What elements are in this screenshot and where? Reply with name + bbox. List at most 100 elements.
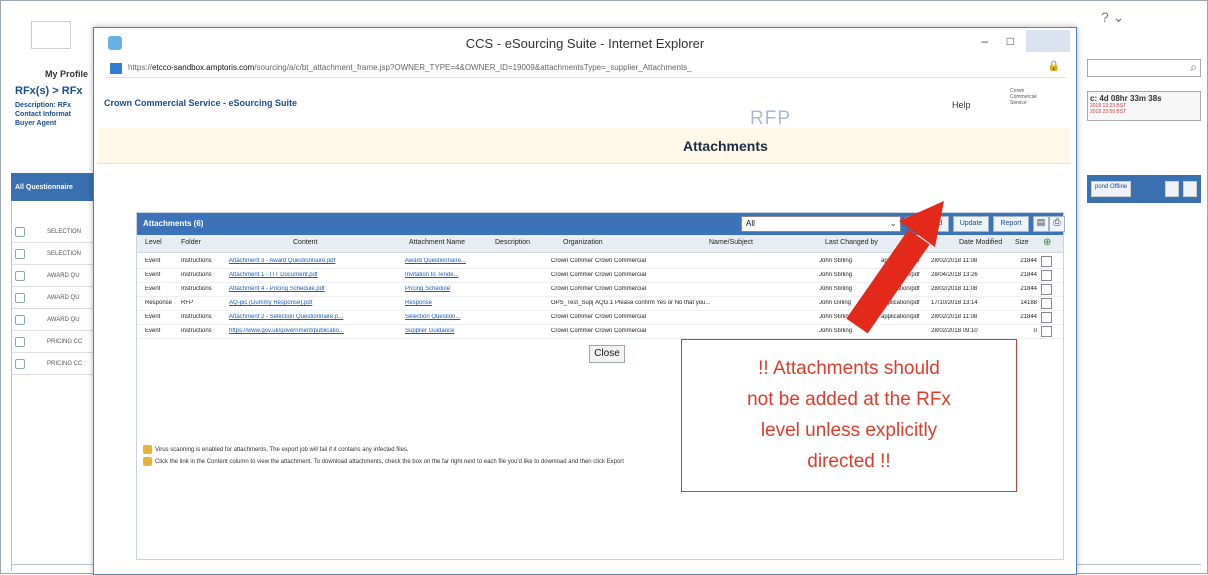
help-link[interactable]: Help [952, 100, 971, 110]
help-icon[interactable]: ? ⌄ [1101, 9, 1124, 26]
cell-content[interactable]: Attachment 1 - ITT Document.pdf [229, 272, 399, 278]
search-icon[interactable]: 🔍 [903, 216, 918, 230]
cell-type: application/pdf [881, 314, 920, 320]
panel-header: Attachments (6) All ⌄ 🔍 Add Update Report… [137, 213, 1065, 235]
cell-name[interactable]: Award Questionnaire... [405, 258, 491, 264]
lock-icon[interactable]: 🔒 [1048, 61, 1060, 72]
table-row[interactable]: Event Instructions Attachment 2 - Selectio… [137, 311, 1063, 325]
address-bar[interactable]: https://etcco-sandbox.amptoris.com/sourc… [106, 60, 1066, 78]
rfx-breadcrumb[interactable]: RFx(s) > RFx [15, 85, 83, 97]
cell-level: Event [145, 314, 161, 320]
cell-org: Crown Commercial [551, 258, 593, 264]
table-icon[interactable]: ▤ [1033, 216, 1049, 232]
cell-name[interactable]: Invitation to Tende... [405, 272, 491, 278]
row-checkbox[interactable] [15, 359, 25, 369]
column-header[interactable]: Size [1015, 239, 1029, 246]
page-title: Attachments [683, 138, 768, 154]
column-header[interactable]: Attachment Name [409, 239, 465, 246]
add-button[interactable]: Add [923, 216, 949, 232]
cell-subject: AQG.1 Please confirm Yes or No that you.… [595, 300, 711, 306]
chevron-down-icon[interactable]: ⌄ [889, 218, 897, 229]
cell-changed-by: John Stirling [819, 314, 853, 320]
cell-content[interactable]: AQ-pic (Dummy Response).pdf [229, 300, 399, 306]
cell-changed-by: John Girling [819, 300, 852, 306]
row-select-checkbox[interactable] [1041, 284, 1052, 295]
row-select-checkbox[interactable] [1041, 270, 1052, 281]
row-checkbox[interactable] [15, 249, 25, 259]
table-row[interactable]: Event Instructions Attachment 4 - Pricing … [137, 283, 1063, 297]
info-icon [143, 445, 152, 454]
cell-content[interactable]: Attachment 4 - Pricing Schedule.pdf [229, 286, 399, 292]
row-checkbox[interactable] [15, 227, 25, 237]
cell-date: 28/04/2018 13:26 [931, 272, 978, 278]
row-checkbox[interactable] [15, 337, 25, 347]
browser-frame: My Profile RFx(s) > RFx Description: RFx… [0, 0, 1208, 575]
divider [11, 201, 12, 571]
row-select-checkbox[interactable] [1041, 256, 1052, 267]
rfp-watermark: RFP [750, 108, 791, 129]
cell-content[interactable]: https://www.gov.uk/government/publicatio… [229, 328, 399, 334]
row-checkbox[interactable] [15, 293, 25, 303]
callout-line: !! Attachments should [758, 358, 940, 379]
cell-changed-by: John Stirling [819, 328, 853, 334]
cell-date: 28/02/2018 11:08 [931, 258, 978, 264]
cell-date: 28/02/2018 11:08 [931, 314, 978, 320]
cell-subject: Crown Commercial [595, 314, 647, 320]
cell-org: GPS_Test_Supplier_43 [551, 300, 593, 306]
print-icon[interactable] [1183, 181, 1197, 197]
cell-level: Event [145, 328, 161, 334]
cell-name[interactable]: Supplier Guidance [405, 328, 491, 334]
cell-size: 21844 [1020, 286, 1037, 292]
page-header: Crown Commercial Service - eSourcing Sui… [98, 86, 1070, 126]
cell-date: 28/02/2018 09:10 [931, 328, 978, 334]
cell-name[interactable]: Response [405, 300, 491, 306]
description-line: Buyer Agent [15, 120, 57, 127]
column-header[interactable]: Level [145, 239, 162, 246]
table-row[interactable]: Response RFP AQ-pic (Dummy Response).pdf Re… [137, 297, 1063, 311]
row-select-checkbox[interactable] [1041, 298, 1052, 309]
report-button[interactable]: Report [993, 216, 1029, 232]
cell-content[interactable]: Attachment 3 - Award Questionnaire.pdf [229, 258, 399, 264]
table-row[interactable]: Event Instructions Attachment 1 - ITT Docu… [137, 269, 1063, 283]
callout-line: directed !! [807, 451, 891, 472]
search-input[interactable]: ⌕ [1087, 59, 1201, 77]
cell-folder: Instructions [181, 272, 212, 278]
table-icon[interactable] [1165, 181, 1179, 197]
row-select-checkbox[interactable] [1041, 326, 1052, 337]
cell-content[interactable]: Attachment 2 - Selection Questionnaire.p… [229, 314, 399, 320]
minimize-button[interactable]: – [981, 34, 988, 48]
cell-org: Crown Commercial [551, 286, 593, 292]
close-window-button[interactable] [1026, 30, 1070, 52]
column-header[interactable]: Folder [181, 239, 201, 246]
site-title: Crown Commercial Service - eSourcing Sui… [104, 98, 298, 108]
my-profile-link[interactable]: My Profile [45, 69, 88, 79]
table-row[interactable]: Event Instructions https://www.gov.uk/gove… [137, 325, 1063, 339]
column-header[interactable]: Organization [563, 239, 603, 246]
column-header[interactable]: Name/Subject [709, 239, 753, 246]
search-icon[interactable]: ⌕ [1190, 60, 1197, 75]
row-select-checkbox[interactable] [1041, 312, 1052, 323]
table-row[interactable]: Event Instructions Attachment 3 - Award Qu… [137, 255, 1063, 269]
column-header[interactable]: Last Changed by [825, 239, 878, 246]
maximize-button[interactable]: □ [1007, 34, 1014, 48]
update-button[interactable]: Update [953, 216, 989, 232]
cell-name[interactable]: Selection Question... [405, 314, 491, 320]
add-attachment-icon[interactable]: ⊕ [1043, 237, 1051, 248]
column-header[interactable]: Date Modified [959, 239, 1002, 246]
respond-offline-button[interactable]: pond Offline [1091, 181, 1132, 197]
cell-name[interactable]: Pricing Schedule [405, 286, 491, 292]
cell-type: application/pdf [881, 272, 920, 278]
row-checkbox[interactable] [15, 315, 25, 325]
download-instructions-note: Click the link in the Content column to … [155, 459, 624, 465]
row-checkbox[interactable] [15, 271, 25, 281]
cell-org: Crown Commercial [551, 328, 593, 334]
column-header[interactable]: Description [495, 239, 530, 246]
window-titlebar: CCS - eSourcing Suite - Internet Explore… [94, 28, 1076, 58]
filter-select[interactable]: All ⌄ [741, 216, 901, 232]
print-icon[interactable]: ⎙ [1049, 216, 1065, 232]
close-button[interactable]: Close [589, 345, 625, 363]
countdown-timer: c: 4d 08hr 33m 38s 2018 13:23 BST 2018 2… [1087, 91, 1201, 121]
url-text[interactable]: https://etcco-sandbox.amptoris.com/sourc… [128, 63, 692, 72]
cell-subject: Crown Commercial [595, 272, 647, 278]
column-header[interactable]: Content [293, 239, 318, 246]
